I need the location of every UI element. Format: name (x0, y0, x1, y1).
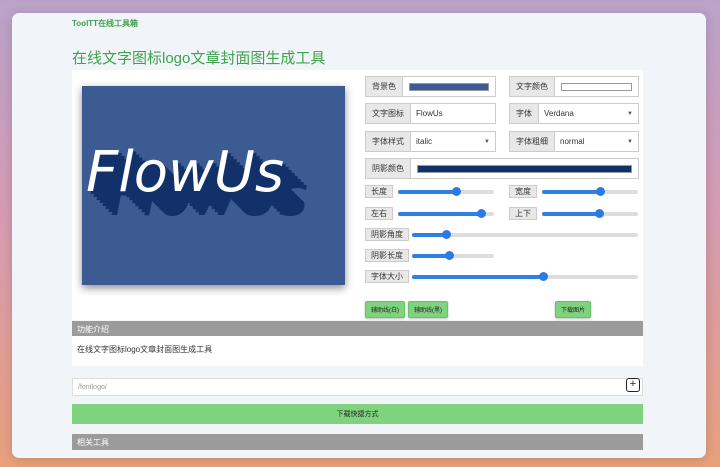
slider-handle[interactable] (441, 230, 451, 239)
left-right-slider[interactable] (398, 209, 494, 218)
shadow-color-swatch[interactable] (417, 164, 632, 173)
related-tools-heading: 相关工具 (72, 434, 643, 450)
bg-color-label: 背景色 (366, 77, 403, 96)
editor-panel: FlowUs 背景色 文字颜色 文字图标 FlowUs 字体 Verdana ▼ … (72, 70, 643, 320)
font-weight-select-value: normal (560, 137, 585, 146)
slider-handle[interactable] (595, 187, 605, 196)
shadow-angle-label: 阴影角度 (365, 228, 409, 241)
guide-white-button[interactable]: 辅助线(白) (365, 301, 405, 318)
text-color-control[interactable]: 文字颜色 (509, 76, 639, 97)
font-select[interactable]: Verdana ▼ (539, 104, 638, 123)
font-weight-label: 字体粗细 (510, 132, 555, 151)
length-label: 长度 (365, 185, 393, 198)
shadow-length-label: 阴影长度 (365, 249, 409, 262)
font-weight-select[interactable]: normal ▼ (555, 132, 638, 151)
font-style-label: 字体样式 (366, 132, 411, 151)
intro-text: 在线文字图标logo文章封面图生成工具 (72, 336, 643, 366)
text-icon-control: 文字图标 FlowUs (365, 103, 496, 124)
preview-text: FlowUs (86, 140, 284, 205)
font-control[interactable]: 字体 Verdana ▼ (509, 103, 639, 124)
bg-color-swatch[interactable] (409, 82, 489, 91)
download-image-button[interactable]: 下载图片 (555, 301, 591, 318)
font-weight-control[interactable]: 字体粗细 normal ▼ (509, 131, 639, 152)
shadow-angle-slider[interactable] (412, 230, 638, 239)
width-slider[interactable] (542, 187, 638, 196)
text-icon-label: 文字图标 (366, 104, 411, 123)
font-style-select-value: italic (416, 137, 433, 146)
logo-preview: FlowUs (82, 86, 345, 285)
shadow-length-slider[interactable] (412, 251, 494, 260)
slider-handle[interactable] (594, 209, 604, 218)
left-right-label: 左右 (365, 207, 393, 220)
guide-black-button[interactable]: 辅助线(黑) (408, 301, 448, 318)
page-title: 在线文字图标logo文章封面图生成工具 (72, 50, 326, 67)
shadow-color-control[interactable]: 阴影颜色 (365, 158, 639, 179)
font-size-slider[interactable] (412, 272, 638, 281)
font-select-value: Verdana (544, 109, 574, 118)
text-color-label: 文字颜色 (510, 77, 555, 96)
chevron-down-icon: ▼ (484, 138, 490, 145)
chevron-down-icon: ▼ (627, 110, 633, 117)
shadow-color-label: 阴影颜色 (366, 159, 411, 178)
font-style-select[interactable]: italic ▼ (411, 132, 495, 151)
up-down-slider[interactable] (542, 209, 638, 218)
bg-color-control[interactable]: 背景色 (365, 76, 496, 97)
slider-handle[interactable] (451, 187, 461, 196)
text-color-swatch[interactable] (561, 82, 632, 91)
url-path-field[interactable]: /fontlogo/ (72, 378, 643, 396)
font-style-control[interactable]: 字体样式 italic ▼ (365, 131, 496, 152)
intro-heading: 功能介绍 (72, 321, 643, 337)
add-bookmark-icon[interactable]: + (626, 378, 640, 392)
download-shortcut-button[interactable]: 下载快捷方式 (72, 404, 643, 424)
chevron-down-icon: ▼ (627, 138, 633, 145)
slider-handle[interactable] (476, 209, 486, 218)
text-icon-input[interactable]: FlowUs (411, 104, 495, 123)
app-window: ToolTT在线工具箱 在线文字图标logo文章封面图生成工具 FlowUs 背… (12, 13, 706, 458)
slider-handle[interactable] (539, 272, 549, 281)
font-label: 字体 (510, 104, 539, 123)
slider-handle[interactable] (444, 251, 454, 260)
font-size-label: 字体大小 (365, 270, 409, 283)
width-label: 宽度 (509, 185, 537, 198)
up-down-label: 上下 (509, 207, 537, 220)
site-brand[interactable]: ToolTT在线工具箱 (72, 18, 138, 29)
length-slider[interactable] (398, 187, 494, 196)
